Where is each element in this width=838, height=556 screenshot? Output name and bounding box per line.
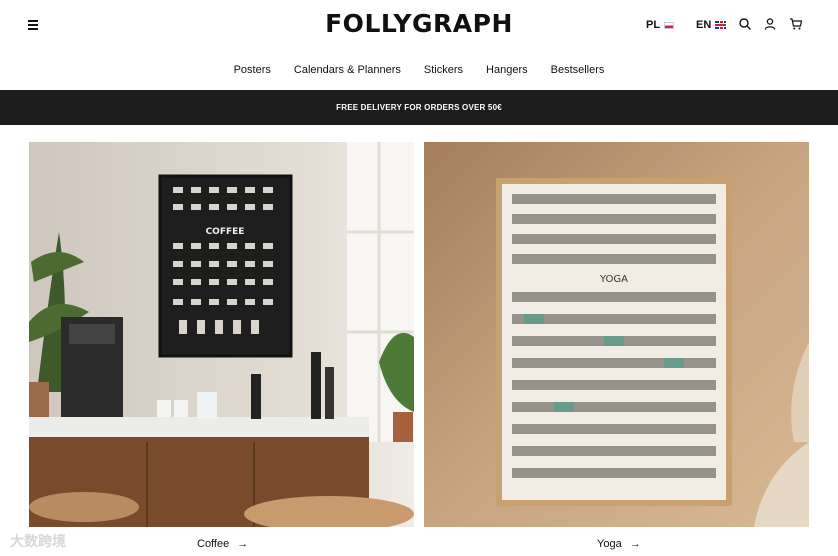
search-icon[interactable] (738, 17, 752, 31)
yoga-label: Yoga (597, 538, 622, 550)
nav-stickers[interactable]: Stickers (424, 64, 463, 76)
product-card-yoga[interactable]: YOGA (424, 142, 809, 527)
yoga-poster-title: YOGA (599, 274, 628, 285)
watermark-text: 大数跨境 (10, 533, 66, 549)
coffee-poster-title: COFFEE (206, 227, 245, 237)
coffee-label: Coffee (197, 538, 230, 550)
arrow-right-icon: → (237, 538, 249, 550)
main-nav: Posters Calendars & Planners Stickers Ha… (0, 64, 838, 76)
yoga-poster-photo: YOGA (424, 142, 809, 527)
language-pl-label: PL (646, 19, 661, 31)
coffee-poster-photo: COFFEE (29, 142, 414, 527)
language-pl[interactable]: PL (646, 19, 675, 31)
nav-hangers[interactable]: Hangers (486, 64, 528, 76)
product-link-yoga[interactable]: Yoga → (597, 538, 641, 550)
nav-posters[interactable]: Posters (234, 64, 271, 76)
nav-calendars-planners[interactable]: Calendars & Planners (294, 64, 401, 76)
arrow-right-icon: → (629, 538, 641, 550)
language-en[interactable]: EN (696, 19, 727, 31)
product-card-coffee[interactable]: COFFEE (29, 142, 414, 527)
promo-banner: FREE DELIVERY FOR ORDERS OVER 50€ (0, 90, 838, 125)
poland-flag-icon (664, 21, 675, 29)
cart-icon[interactable] (789, 17, 803, 31)
site-header: FOLLYGRAPH PL EN (0, 0, 838, 54)
language-en-label: EN (696, 19, 712, 31)
user-icon[interactable] (763, 17, 777, 31)
product-link-coffee[interactable]: Coffee → (197, 538, 248, 550)
nav-bestsellers[interactable]: Bestsellers (551, 64, 605, 76)
uk-flag-icon (715, 21, 727, 29)
